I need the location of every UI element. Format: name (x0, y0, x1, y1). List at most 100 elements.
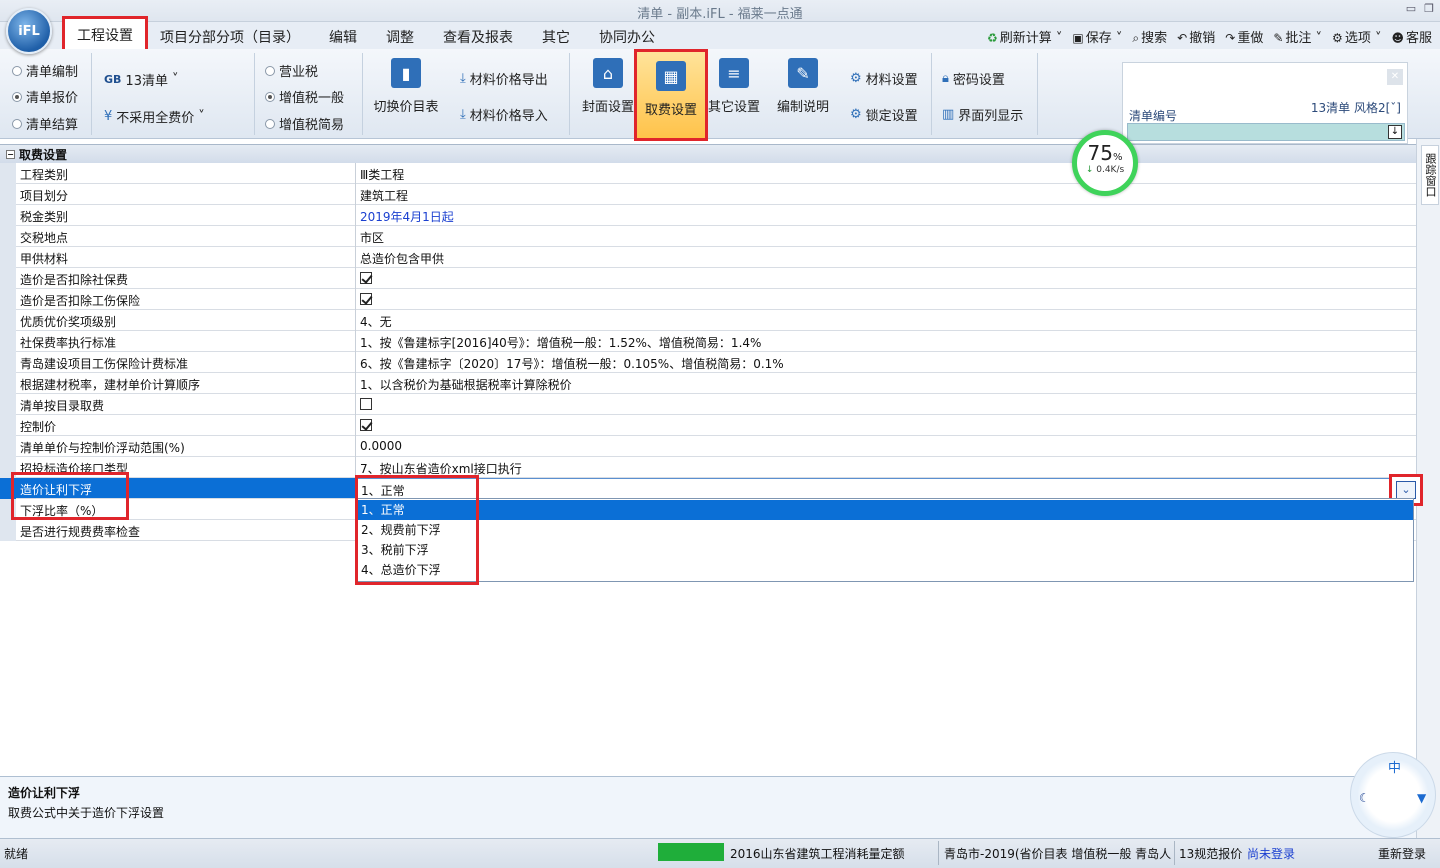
grid-row[interactable]: 社保费率执行标准 1、按《鲁建标字[2016]40号》：增值税一般：1.52%、增… (0, 331, 1416, 352)
refresh-calc-button[interactable]: ♻ 刷新计算 ˅ (987, 27, 1062, 46)
region-label: 青岛市-2019(省价目表 增值税一般 青岛人 (944, 847, 1172, 861)
dropdown-list: 1、正常 2、规费前下浮 3、税前下浮 4、总造价下浮 (356, 498, 1414, 582)
recycle-icon: ♻ (987, 31, 998, 45)
grid-row[interactable]: 造价是否扣除社保费 (0, 268, 1416, 289)
menu-project-items[interactable]: 项目分部分项（目录） (160, 27, 300, 47)
ime-widget[interactable]: 中 ☾ ▼ (1350, 752, 1436, 838)
moon-icon[interactable]: ☾ (1359, 791, 1370, 805)
grid-row[interactable]: 造价是否扣除工伤保险 (0, 289, 1416, 310)
user-icon: ☻ (1391, 31, 1404, 45)
menu-adjust[interactable]: 调整 (386, 27, 414, 47)
standard-dropdown[interactable]: GB 13清单 ˅ (104, 70, 178, 89)
pricing-dropdown[interactable]: ¥ 不采用全费价 ˅ (104, 107, 205, 126)
description-text: 取费公式中关于造价下浮设置 (8, 806, 165, 820)
options-button[interactable]: ⚙ 选项 ˅ (1332, 27, 1381, 46)
menu-view-reports[interactable]: 查看及报表 (443, 27, 513, 47)
chevron-down-icon: ⌄ (1396, 481, 1416, 499)
grid-row[interactable]: 交税地点 市区 (0, 226, 1416, 247)
redo-button[interactable]: ↷ 重做 (1225, 27, 1263, 46)
material-price-group: ⤓ 材料价格导出 ⤓ 材料价格导入 (448, 53, 570, 135)
grid-row[interactable]: 工程类别 Ⅲ类工程 (0, 163, 1416, 184)
menu-other[interactable]: 其它 (542, 27, 570, 47)
style-selector[interactable]: 13清单 风格2[ˇ] (1311, 99, 1401, 116)
grid-row[interactable]: 清单单价与控制价浮动范围(%) 0.0000 (0, 436, 1416, 457)
search-panel: ✕ 13清单 风格2[ˇ] 清单编号 ↓ (1122, 62, 1408, 144)
gear-icon: ⚙ (850, 71, 862, 86)
lock-settings-button[interactable]: ⚙ 锁定设置 (850, 105, 918, 124)
dropdown-option[interactable]: 3、税前下浮 (357, 540, 1413, 560)
save-button[interactable]: ▣ 保存 ˅ (1072, 27, 1122, 46)
fee-settings-button[interactable]: ▦ 取费设置 (634, 49, 708, 141)
ime-mode-label[interactable]: 中 (1388, 757, 1401, 776)
export-price-button[interactable]: ⤓ 材料价格导出 (460, 69, 548, 88)
gb-icon: GB (104, 73, 122, 86)
grid-row[interactable]: 项目划分 建筑工程 (0, 184, 1416, 205)
undo-button[interactable]: ↶ 撤销 (1177, 27, 1215, 46)
value-combo-box[interactable]: 1、正常 (356, 478, 1413, 499)
column-display-button[interactable]: ▥ 界面列显示 (942, 105, 1023, 124)
standard-group: GB 13清单 ˅ ¥ 不采用全费价 ˅ (92, 53, 255, 135)
search-label: 清单编号 (1129, 109, 1178, 123)
collapse-icon[interactable]: − (6, 149, 15, 159)
dropdown-option[interactable]: 1、正常 (357, 500, 1413, 520)
settings-panel-icon: ≡ (719, 58, 749, 88)
redo-icon: ↷ (1225, 31, 1236, 45)
description-panel: 造价让利下浮 取费公式中关于造价下浮设置 (0, 776, 1416, 838)
menu-bar: 工程设置 项目分部分项（目录） 编辑 调整 查看及报表 其它 协同办公 ♻ 刷新计… (0, 16, 1440, 54)
checkbox[interactable] (360, 398, 372, 410)
other-settings-button[interactable]: ≡ 其它设置 (704, 53, 764, 133)
grid-row[interactable]: 税金类别 2019年4月1日起 (0, 205, 1416, 226)
close-icon[interactable]: ✕ (1387, 69, 1403, 85)
tax-group: 营业税 增值税一般 增值税简易 (255, 53, 363, 135)
pen-icon: ✎ (1273, 31, 1284, 45)
tax-radio-vat-general[interactable]: 增值税一般 (265, 87, 344, 106)
status-ready: 就绪 (4, 847, 29, 861)
grid-row[interactable]: 青岛建设项目工伤保险计费标准 6、按《鲁建标字〔2020〕17号》：增值税一般：0… (0, 352, 1416, 373)
menu-collaboration[interactable]: 协同办公 (599, 27, 655, 47)
yen-icon: ¥ (104, 109, 113, 124)
grid-row[interactable]: 招投标造价接口类型 7、按山东省造价xml接口执行 (0, 457, 1416, 478)
dropdown-option[interactable]: 4、总造价下浮 (357, 560, 1413, 580)
calculator-icon: ▦ (656, 61, 686, 91)
search-button[interactable]: ⌕ 搜索 (1132, 27, 1167, 46)
support-button[interactable]: ☻ 客服 (1391, 27, 1432, 46)
dropdown-option[interactable]: 2、规费前下浮 (357, 520, 1413, 540)
switch-price-table-button[interactable]: ▮ 切换价目表 (366, 53, 446, 133)
mode-group: 清单编制 清单报价 清单结算 (0, 53, 92, 135)
tax-radio-business[interactable]: 营业税 (265, 61, 318, 80)
annotate-button[interactable]: ✎ 批注 ˅ (1273, 27, 1322, 46)
checkbox[interactable] (360, 293, 372, 305)
restore-icon[interactable]: ❐ (1424, 2, 1434, 15)
mode-radio-settle[interactable]: 清单结算 (12, 114, 78, 133)
search-field[interactable]: ↓ (1127, 123, 1405, 141)
tracking-window-tab[interactable]: 跟踪窗口 (1421, 145, 1439, 205)
mode-radio-quote[interactable]: 清单报价 (12, 87, 78, 106)
title-bar: 清单 - 副本.iFL - 福莱一点通 ▭ ❐ (0, 0, 1440, 22)
password-settings-button[interactable]: 🔒︎ 密码设置 (942, 69, 1005, 88)
relogin-button[interactable]: 重新登录 (1378, 845, 1426, 862)
progress-bar (658, 843, 724, 861)
status-bar: 就绪 2016山东省建筑工程消耗量定额 青岛市-2019(省价目表 增值税一般 … (0, 838, 1440, 868)
cover-settings-button[interactable]: ⌂ 封面设置 (578, 53, 638, 133)
grid-row-selected[interactable]: 造价让利下浮 1、正常 (0, 478, 1416, 499)
grid-row[interactable]: 优质优价奖项级别 4、无 (0, 310, 1416, 331)
grid-section-header[interactable]: − 取费设置 (0, 145, 1416, 163)
app-logo[interactable]: iFL (6, 8, 52, 54)
login-status-link[interactable]: 尚未登录 (1247, 845, 1295, 862)
grid-row[interactable]: 控制价 (0, 415, 1416, 436)
checkbox[interactable] (360, 272, 372, 284)
menu-edit[interactable]: 编辑 (329, 27, 357, 47)
minimize-icon[interactable]: ▭ (1406, 2, 1416, 15)
import-price-button[interactable]: ⤓ 材料价格导入 (460, 105, 548, 124)
dropdown-arrow-icon[interactable]: ↓ (1388, 125, 1402, 139)
grid-row[interactable]: 清单按目录取费 (0, 394, 1416, 415)
tax-radio-vat-simple[interactable]: 增值税简易 (265, 114, 344, 133)
checkbox[interactable] (360, 419, 372, 431)
mode-radio-compile[interactable]: 清单编制 (12, 61, 78, 80)
material-settings-button[interactable]: ⚙ 材料设置 (850, 69, 918, 88)
grid-row[interactable]: 甲供材料 总造价包含甲供 (0, 247, 1416, 268)
network-speed-gauge[interactable]: 75% ↓ 0.4K/s (1072, 130, 1138, 196)
notes-button[interactable]: ✎ 编制说明 (770, 53, 836, 133)
grid-row[interactable]: 根据建材税率，建材单价计算顺序 1、以含税价为基础根据税率计算除税价 (0, 373, 1416, 394)
shirt-icon[interactable]: ▼ (1417, 791, 1426, 805)
